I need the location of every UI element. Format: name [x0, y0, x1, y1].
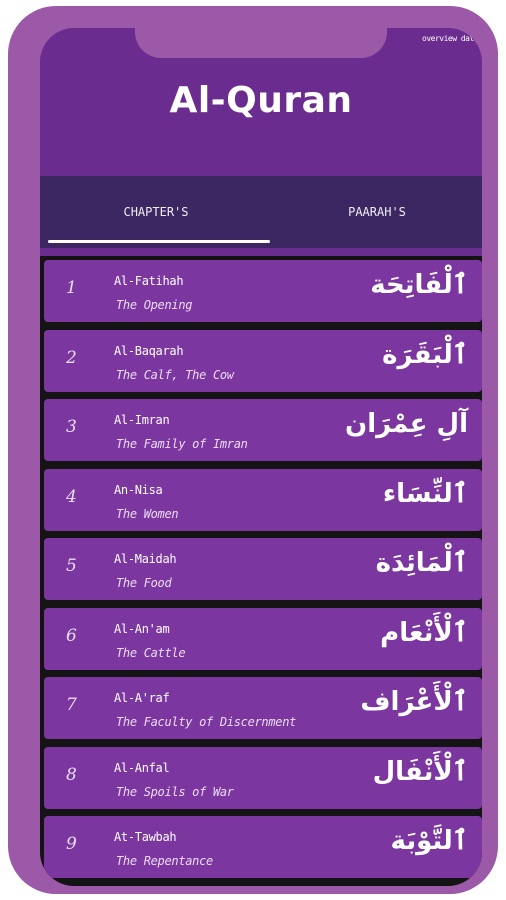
phone-notch: [135, 28, 387, 58]
chapter-name: Al-A'raf: [114, 691, 170, 705]
chapter-arabic-name: ٱلتَّوْبَة: [390, 826, 468, 856]
chapter-name: Al-Fatihah: [114, 274, 184, 288]
chapter-meaning: The Faculty of Discernment: [116, 715, 297, 729]
chapter-name: Al-Baqarah: [114, 344, 184, 358]
tab-chapters[interactable]: CHAPTER'S: [40, 176, 272, 248]
chapter-name: Al-Anfal: [114, 761, 170, 775]
chapter-meaning: The Spoils of War: [116, 785, 234, 799]
chapter-meaning: The Opening: [116, 298, 193, 312]
chapter-name: At-Tawbah: [114, 830, 177, 844]
tab-bar: CHAPTER'S PAARAH'S: [40, 176, 482, 248]
tab-paarahs[interactable]: PAARAH'S: [272, 176, 482, 248]
chapter-arabic-name: ٱلْأَعْرَاف: [360, 687, 468, 717]
chapter-name: Al-Imran: [114, 413, 170, 427]
chapter-meaning: The Repentance: [116, 854, 213, 868]
chapter-arabic-name: ٱلْمَائِدَة: [375, 548, 468, 578]
chapter-number: 5: [66, 556, 77, 576]
chapter-row[interactable]: 2 Al-Baqarah The Calf, The Cow ٱلْبَقَرَ…: [44, 330, 482, 392]
chapter-arabic-name: آلِ عِمْرَان: [345, 409, 468, 439]
chapter-number: 7: [66, 695, 77, 715]
phone-frame: overview data Al-Quran CHAPTER'S PAARAH'…: [8, 6, 498, 894]
chapter-arabic-name: ٱلنِّسَاء: [382, 479, 468, 509]
chapter-number: 9: [66, 834, 77, 854]
chapter-meaning: The Food: [116, 576, 172, 590]
chapter-meaning: The Women: [116, 507, 179, 521]
chapter-number: 4: [66, 487, 77, 507]
chapter-meaning: The Family of Imran: [116, 437, 248, 451]
chapter-name: Al-Maidah: [114, 552, 177, 566]
chapter-number: 2: [66, 348, 77, 368]
chapter-arabic-name: ٱلْفَاتِحَة: [370, 270, 468, 300]
chapter-meaning: The Calf, The Cow: [116, 368, 234, 382]
chapter-row[interactable]: 8 Al-Anfal The Spoils of War ٱلْأَنْفَال: [44, 747, 482, 809]
chapter-row[interactable]: 1 Al-Fatihah The Opening ٱلْفَاتِحَة: [44, 260, 482, 322]
chapter-number: 6: [66, 626, 77, 646]
chapter-row[interactable]: 4 An-Nisa The Women ٱلنِّسَاء: [44, 469, 482, 531]
chapter-arabic-name: ٱلْبَقَرَة: [382, 340, 468, 370]
chapter-arabic-name: ٱلْأَنْفَال: [372, 757, 468, 787]
chapter-row[interactable]: 5 Al-Maidah The Food ٱلْمَائِدَة: [44, 538, 482, 600]
chapter-name: An-Nisa: [114, 483, 163, 497]
chapter-number: 8: [66, 765, 77, 785]
chapter-row[interactable]: 3 Al-Imran The Family of Imran آلِ عِمْر…: [44, 399, 482, 461]
chapter-list[interactable]: 1 Al-Fatihah The Opening ٱلْفَاتِحَة 2 A…: [40, 256, 482, 886]
app-title: Al-Quran: [169, 80, 353, 121]
app-screen: overview data Al-Quran CHAPTER'S PAARAH'…: [40, 28, 482, 886]
chapter-meaning: The Cattle: [116, 646, 186, 660]
chapter-name: Al-An'am: [114, 622, 170, 636]
chapter-row[interactable]: 9 At-Tawbah The Repentance ٱلتَّوْبَة: [44, 816, 482, 878]
chapter-number: 1: [66, 278, 77, 298]
status-text: overview data: [422, 34, 479, 43]
selected-tab-indicator: [48, 240, 270, 243]
chapter-number: 3: [66, 417, 77, 437]
chapter-arabic-name: ٱلْأَنْعَام: [380, 618, 468, 648]
chapter-row[interactable]: 7 Al-A'raf The Faculty of Discernment ٱل…: [44, 677, 482, 739]
chapter-row[interactable]: 6 Al-An'am The Cattle ٱلْأَنْعَام: [44, 608, 482, 670]
